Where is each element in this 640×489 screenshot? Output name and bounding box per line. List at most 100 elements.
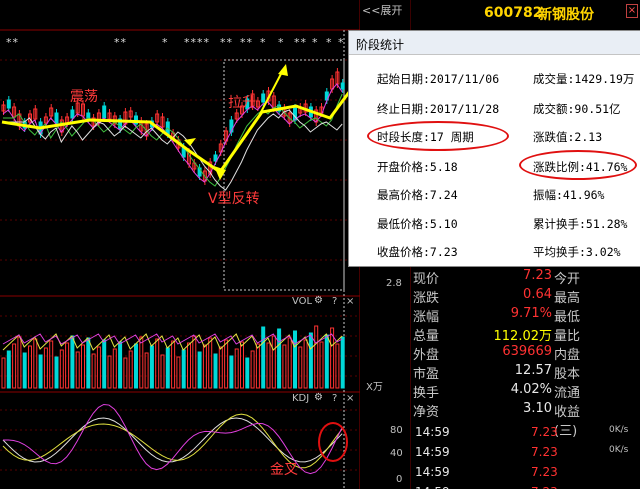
quote-value: 0.64 [523,287,552,302]
tick-price: 7.23 [531,465,558,479]
volume-bar [208,337,213,389]
volume-bar [197,351,202,389]
volume-bar [149,345,154,389]
volume-bar [6,350,11,389]
candle-body [261,93,266,103]
expand-button[interactable]: <<展开 [362,2,408,18]
volume-bar [282,344,287,389]
volume-bar [266,342,271,389]
volume-bar [303,339,308,389]
vol-label: VOL [292,296,313,307]
quote-value: 9.71% [510,306,552,321]
signal-mark: **** [184,36,210,49]
volume-bar [213,353,218,389]
volume-bar [229,355,234,389]
stock-code: 600782 [484,5,543,21]
signal-mark: ** [240,36,253,49]
volume-bar [91,353,96,389]
volume-bar [245,357,250,389]
start-date-field: 起始日期:2017/11/06 [377,72,500,86]
close-icon[interactable]: × [346,296,354,307]
volume-bar [139,336,144,389]
stock-name: 新钢股份 [538,7,594,23]
volume-bar [308,332,313,389]
end-date-field: 终止日期:2017/11/28 [377,102,500,116]
volume-bar [144,352,149,389]
quote-row: 换手 4.02% 流通 [413,382,588,401]
signal-mark: * [312,36,319,49]
amplitude-field: 振幅:41.96% [533,188,605,202]
volume-field: 成交量:1429.19万 [533,72,635,86]
candle-body [340,82,345,90]
volume-bar [287,337,292,389]
help-icon[interactable]: ? [332,296,337,307]
annotation-v-reversal: V型反转 [208,191,260,207]
quote-row: 市盈 12.57 股本 [413,363,588,382]
volume-bar [240,341,244,389]
signal-mark: ** [6,36,19,49]
arrow-head [278,64,288,76]
volume-bar [86,337,91,389]
change-value-field: 涨跌值:2.13 [533,130,603,144]
volume-bar [255,343,260,389]
gear-icon[interactable]: ⚙ [314,392,323,403]
tick-time: 14:59 [415,465,450,479]
volume-bar [340,336,345,389]
quote-label-secondary: 流通 [554,386,581,401]
quote-label: 净资 [413,405,440,420]
volume-bar [181,349,186,389]
high-price-field: 最高价格:7.24 [377,188,458,202]
quote-label-secondary: 今开 [554,272,581,287]
kline-chart[interactable] [0,0,360,489]
annotation-golden-cross: 金叉 [270,462,298,478]
kdj-axis-80: 80 [390,425,403,436]
stage-stats-popup[interactable]: 阶段统计 起始日期:2017/11/06 终止日期:2017/11/28 时段长… [348,30,640,267]
help-icon[interactable]: ? [332,393,337,404]
volume-bar [65,342,70,389]
quote-label-secondary: 量比 [554,329,581,344]
avg-turnover-field: 平均换手:3.02% [533,245,621,259]
kdj-axis-0: 0 [396,474,403,485]
volume-bar [54,356,59,389]
tick-side: 0K/s [609,425,629,435]
quote-row: 涨幅 9.71% 最低 [413,306,588,325]
tick-time: 14:59 [415,425,450,439]
tick-row: 14:59 7.23 [413,465,640,484]
tick-time: 14:59 [415,485,450,489]
annotation-oscillation: 震荡 [70,89,98,105]
quote-label: 市盈 [413,367,440,382]
volume-bar [176,356,181,389]
quote-row: 现价 7.23 今开 [413,268,588,287]
tick-row: 14:59 7.23 [413,485,640,489]
tick-row: 14:59 7.23 0K/s [413,425,640,444]
close-price-field: 收盘价格:7.23 [377,245,458,259]
volume-bar [22,352,27,389]
volume-bar [224,339,229,389]
candle-body [6,99,11,109]
volume-bar [324,334,329,389]
signal-mark: ** [114,36,127,49]
gear-icon[interactable]: ⚙ [314,295,323,306]
signal-mark: * [326,36,333,49]
kdj-axis-40: 40 [390,448,403,459]
quote-label: 现价 [413,272,440,287]
open-price-field: 开盘价格:5.18 [377,160,458,174]
annotation-pull-up: 拉升 [228,95,256,111]
golden-cross-circle [318,422,348,462]
volume-bar [17,336,22,389]
quote-value: 639669 [502,344,552,359]
quote-label-secondary: 最低 [554,310,581,325]
volume-bar [1,357,6,389]
signal-mark: * [162,36,169,49]
cum-turnover-field: 累计换手:51.28% [533,217,628,231]
close-icon[interactable]: × [626,4,638,18]
quote-label-secondary: 股本 [554,367,581,382]
volume-bar [96,346,101,389]
price-axis-label: 2.8 [386,278,402,289]
quote-row: 净资 3.10 收益(三) [413,401,588,439]
quote-label: 涨幅 [413,310,440,325]
volume-bar [33,338,38,389]
quote-row: 总量 112.02万 量比 [413,325,588,344]
highlight-ratio-circle [519,150,637,180]
close-icon[interactable]: × [346,393,354,404]
